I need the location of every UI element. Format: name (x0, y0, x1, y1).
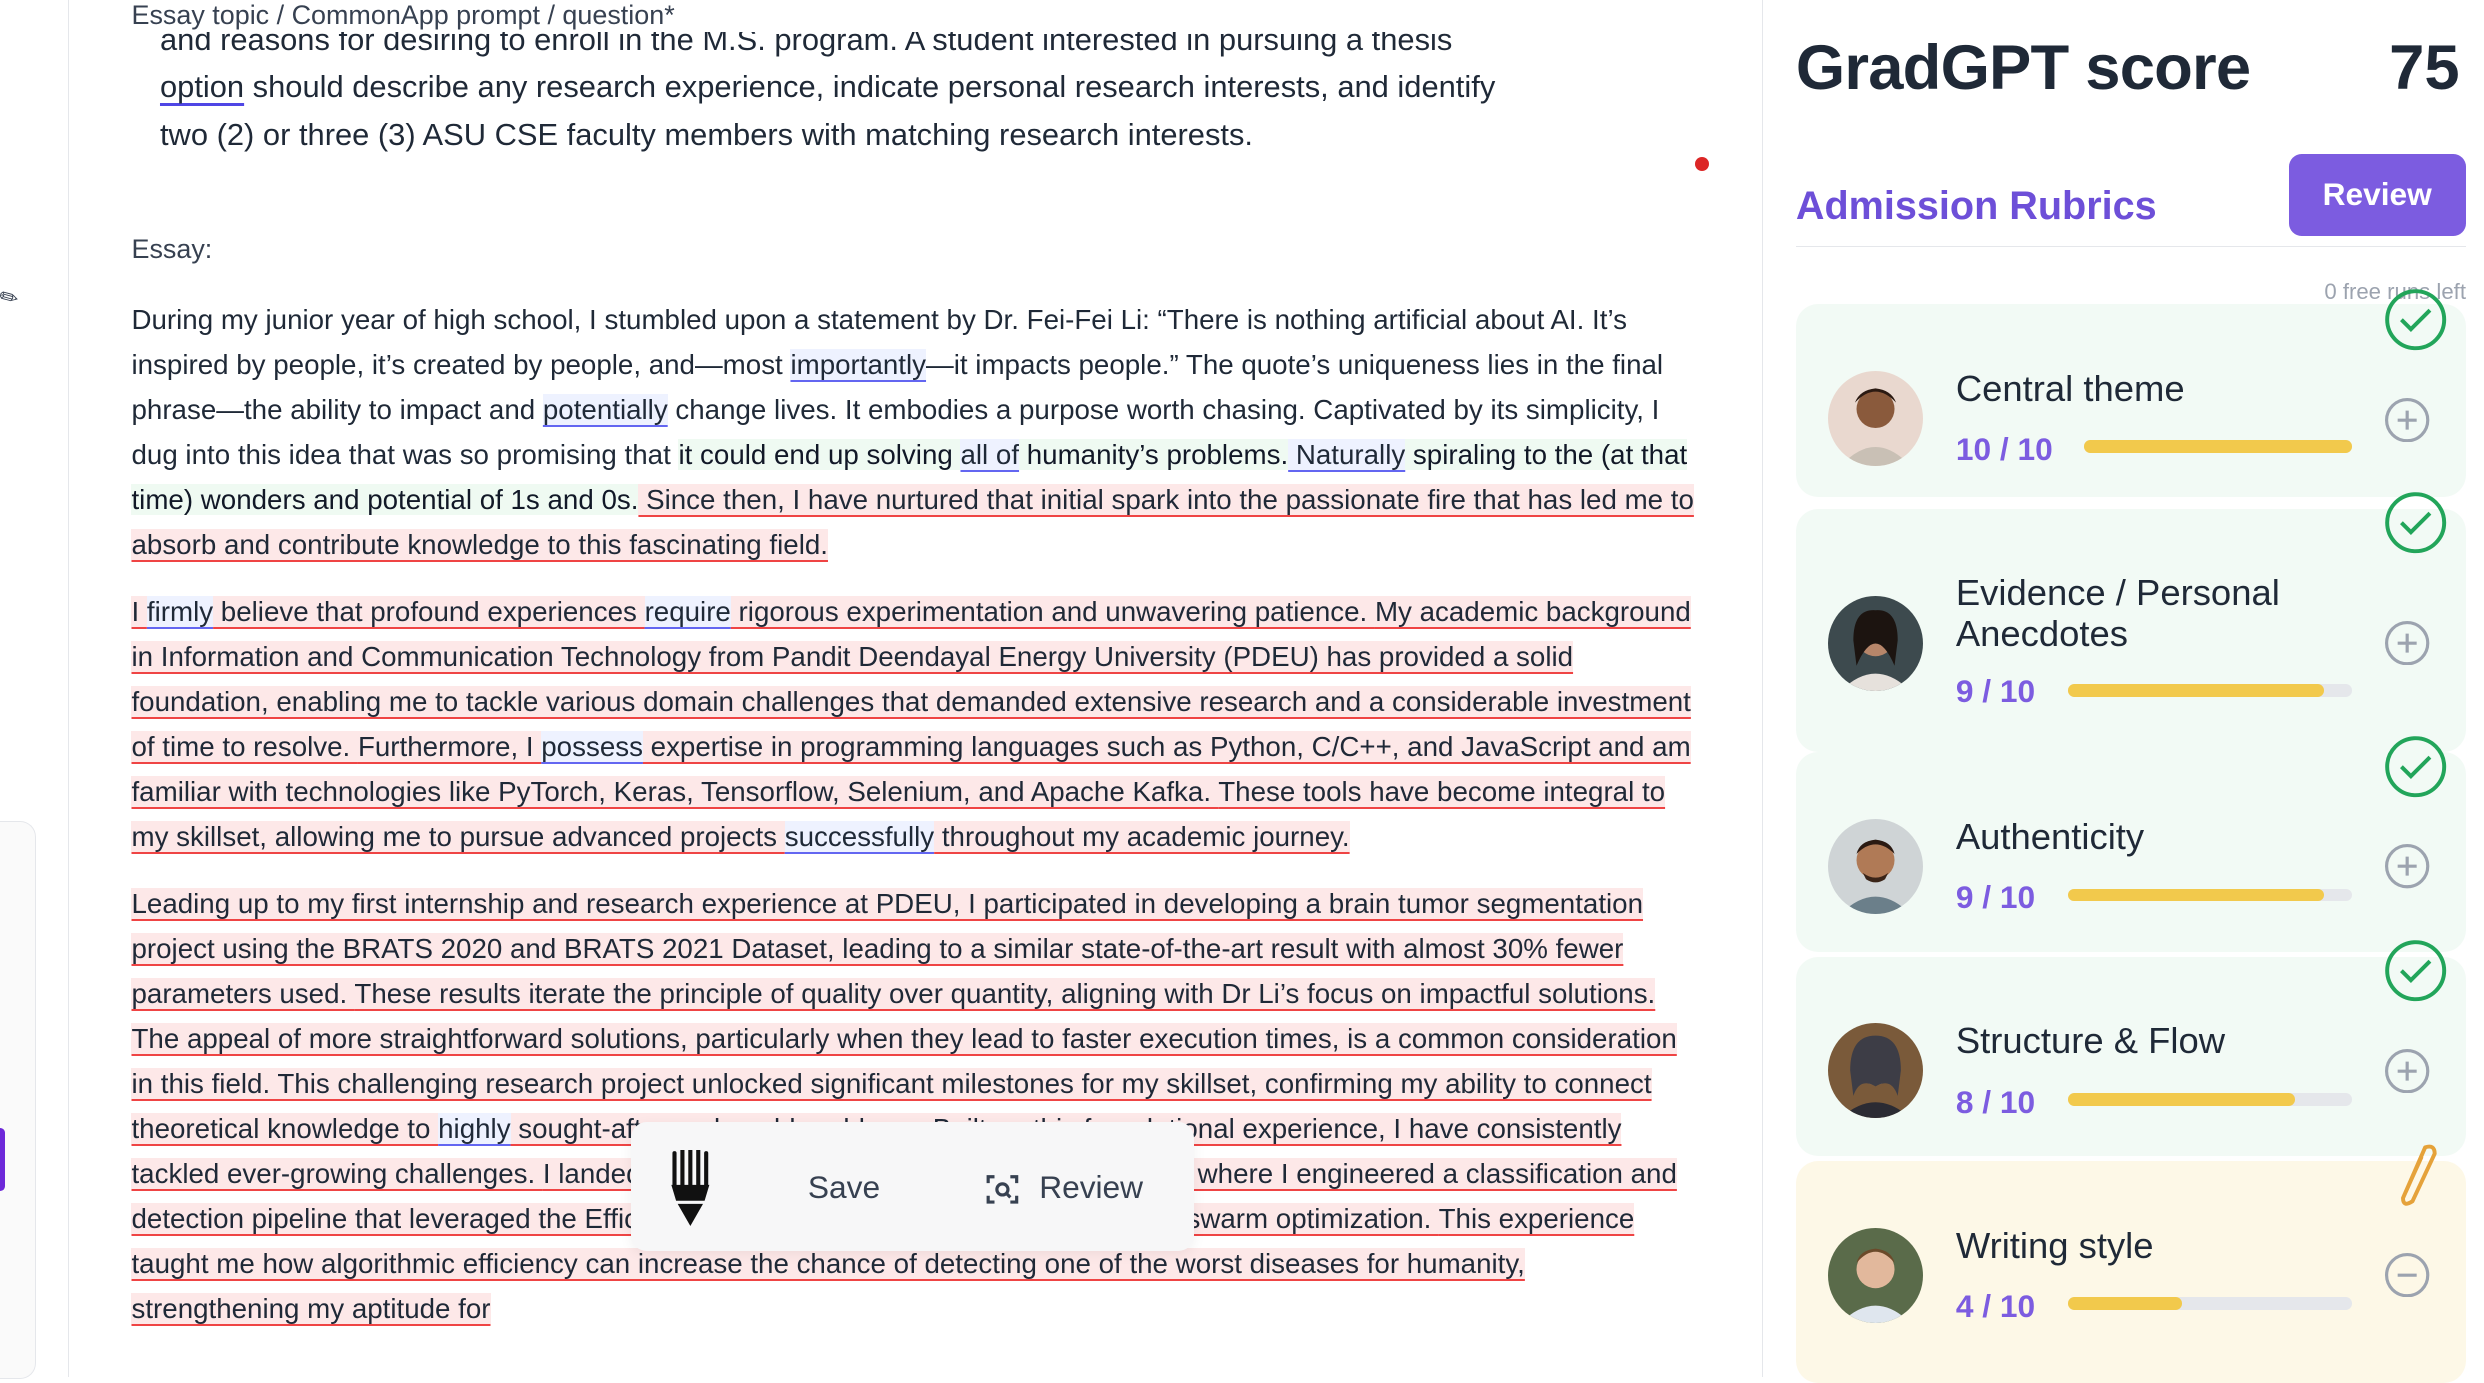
rubric-score: 4 / 10 (1955, 1287, 2036, 1324)
divider (1795, 245, 2466, 248)
check-circle-icon (2384, 289, 2446, 351)
suggestion-word[interactable]: require (644, 595, 731, 627)
rubric-progress-fill (2068, 1297, 2182, 1311)
scan-icon[interactable] (985, 1172, 1020, 1207)
rubric-progress-fill (2068, 684, 2324, 698)
avatar (1827, 819, 1923, 915)
suggestion-word[interactable]: potentially (542, 393, 668, 425)
rubric-card-writing-style: Writing style 4 / 10 (1795, 1161, 2466, 1383)
suggestion-word[interactable]: possess (541, 730, 643, 762)
rubric-score: 9 / 10 (1955, 673, 2036, 710)
pencil-edit-icon (2400, 1144, 2437, 1206)
floating-toolbar: Save Review (630, 1121, 1195, 1252)
rubric-card-authenticity: Authenticity 9 / 10 (1795, 752, 2466, 953)
highlight-green[interactable]: it could end up solving (678, 438, 961, 470)
topic-line-1: and reasons for desiring to enroll in th… (159, 31, 1453, 57)
suggestion-word[interactable]: importantly (790, 348, 927, 380)
check-circle-icon (2384, 492, 2446, 554)
active-indicator (0, 1127, 5, 1192)
pencil-icon[interactable]: ✎ (0, 282, 24, 314)
avatar (1827, 595, 1923, 691)
status-dot (1695, 156, 1710, 172)
suggestion-word[interactable]: highly (438, 1112, 511, 1144)
highlight-red[interactable]: I (131, 595, 147, 627)
highlight-red[interactable]: believe that profound experiences (213, 595, 645, 627)
toolbar-review-button[interactable]: Review (1039, 1169, 1143, 1206)
essay-label: Essay: (131, 234, 213, 265)
rubric-progress-fill (2068, 888, 2324, 902)
rubric-name: Central theme (1955, 367, 2185, 409)
rubric-progress-bar (2084, 440, 2352, 454)
topic-line-2-text: should describe any research experience,… (244, 69, 1496, 105)
topic-textarea[interactable]: and reasons for desiring to enroll in th… (131, 32, 1761, 184)
check-circle-icon (2384, 736, 2446, 798)
suggestion-word[interactable]: successfully (784, 820, 935, 852)
minus-icon[interactable] (2385, 1253, 2430, 1298)
rubric-name: Authenticity (1955, 815, 2145, 857)
essay-editor: Essay topic / CommonApp prompt / questio… (70, 0, 1762, 1377)
suggestion-word[interactable]: firmly (146, 595, 214, 627)
rubric-score: 8 / 10 (1955, 1083, 2036, 1120)
topic-line-3: two (2) or three (3) ASU CSE faculty mem… (159, 116, 1254, 152)
avatar (1827, 370, 1923, 466)
highlight-red[interactable]: rigorous experimentation and unwavering … (730, 595, 1375, 627)
rubric-progress-bar (2068, 1297, 2352, 1311)
rubric-card-evidence: Evidence / Personal Anecdotes 9 / 10 (1795, 508, 2466, 753)
review-button[interactable]: Review (2288, 153, 2466, 237)
avatar (1827, 1023, 1923, 1119)
score-value: 75 (2389, 32, 2460, 103)
topic-line-2: option should describe any research expe… (160, 63, 1633, 111)
highlight-red[interactable]: Furthermore, I (357, 730, 542, 762)
check-circle-icon (2384, 940, 2446, 1002)
rubrics-title: Admission Rubrics (1795, 183, 2157, 228)
rubric-progress-fill (2084, 440, 2352, 454)
plus-icon[interactable] (2385, 844, 2430, 889)
rubric-name: Structure & Flow (1955, 1020, 2226, 1062)
topic-label: Essay topic / CommonApp prompt / questio… (131, 0, 675, 30)
rubric-progress-fill (2068, 1093, 2296, 1106)
rubric-card-central-theme: Central theme 10 / 10 (1795, 304, 2466, 498)
suggestion-word[interactable]: Naturally (1288, 438, 1406, 470)
save-button[interactable]: Save (808, 1169, 880, 1206)
suggestion-word[interactable]: all of (960, 438, 1020, 470)
rubric-progress-bar (2068, 888, 2352, 902)
rubric-score: 10 / 10 (1955, 430, 2053, 467)
rubric-name: Writing style (1955, 1224, 2154, 1266)
rubric-name: Evidence / Personal Anecdotes (1955, 571, 2280, 655)
rubric-progress-bar (2068, 1093, 2352, 1106)
rubric-score: 9 / 10 (1955, 879, 2036, 916)
score-title: GradGPT score (1795, 32, 2251, 103)
topic-word-option: option (159, 69, 245, 105)
side-card-edge (0, 820, 36, 1379)
highlight-red[interactable]: These results iterate the principle of q… (354, 977, 1656, 1009)
plus-icon[interactable] (2385, 1048, 2430, 1094)
plus-icon[interactable] (2385, 620, 2430, 666)
gradgpt-logo-icon (671, 1150, 710, 1227)
rubric-progress-bar (2068, 684, 2352, 698)
essay-paragraph-3: Leading up to my first internship and re… (131, 882, 1699, 1332)
highlight-red[interactable]: throughout my academic journey. (934, 820, 1350, 852)
score-panel: GradGPT score 75 Admission Rubrics Revie… (1761, 0, 2484, 1383)
highlight-green[interactable]: humanity’s problems. (1019, 438, 1289, 470)
avatar (1827, 1227, 1923, 1323)
rubric-card-structure-flow: Structure & Flow 8 / 10 (1795, 956, 2466, 1157)
plus-icon[interactable] (2385, 397, 2430, 442)
essay-paragraph-2: I firmly believe that profound experienc… (131, 590, 1699, 860)
left-gutter: ✎ (0, 0, 70, 1379)
essay-paragraph-1: During my junior year of high school, I … (131, 298, 1699, 568)
